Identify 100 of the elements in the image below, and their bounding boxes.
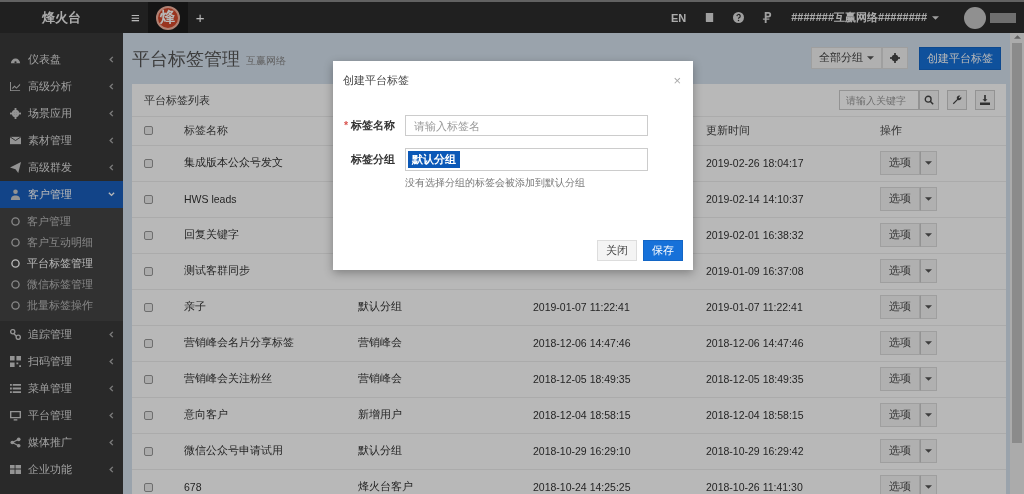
scrollbar[interactable]: [1010, 33, 1024, 494]
dropdown-toggle[interactable]: [920, 475, 937, 494]
field-label: 标签分组: [351, 152, 395, 167]
caret-icon: [925, 269, 932, 273]
sidebar-item[interactable]: 媒体推广: [0, 429, 123, 456]
checkbox[interactable]: [144, 446, 153, 456]
save-button[interactable]: 保存: [643, 240, 683, 261]
user-menu[interactable]: #######互赢网络########: [782, 10, 948, 25]
close-dialog-button[interactable]: 关闭: [597, 240, 637, 261]
settings-icon: [890, 53, 900, 63]
table-cell: 2018-10-29 16:29:10: [521, 433, 694, 469]
scroll-thumb[interactable]: [1012, 43, 1022, 443]
dropdown-toggle[interactable]: [920, 223, 937, 247]
checkbox[interactable]: [144, 266, 153, 276]
sidebar-item[interactable]: 素材管理: [0, 127, 123, 154]
language-link[interactable]: EN: [661, 11, 696, 24]
selected-tag[interactable]: 默认分组: [408, 151, 460, 168]
input-field[interactable]: 请输入标签名: [405, 115, 648, 136]
sidebar-item[interactable]: 追踪管理: [0, 321, 123, 348]
dropdown-toggle[interactable]: [920, 331, 937, 355]
settings-button[interactable]: [882, 47, 908, 69]
sidebar-item[interactable]: 菜单管理: [0, 375, 123, 402]
avatar[interactable]: [964, 6, 986, 29]
blurred-name: [990, 12, 1016, 23]
sidebar-item[interactable]: 场景应用: [0, 100, 123, 127]
qr-code-icon: [10, 356, 21, 367]
create-tag-button[interactable]: 创建平台标签: [919, 47, 1001, 70]
submenu-item[interactable]: 客户互动明细: [0, 232, 123, 253]
checkbox[interactable]: [144, 230, 153, 240]
sidebar-item[interactable]: 扫码管理: [0, 348, 123, 375]
dropdown-toggle[interactable]: [920, 439, 937, 463]
table-cell: 2018-12-05 18:49:35: [694, 361, 868, 397]
dropdown-toggle[interactable]: [920, 187, 937, 211]
dropdown-toggle[interactable]: [920, 403, 937, 427]
dropdown-toggle[interactable]: [920, 367, 937, 391]
menu-button[interactable]: ≡: [123, 2, 148, 33]
options-button[interactable]: 选项: [880, 259, 920, 283]
wrench-icon: [952, 95, 962, 105]
user-icon: [10, 189, 21, 200]
caret-icon: [867, 56, 874, 60]
chevron-left-icon: [108, 164, 115, 171]
caret-icon: [925, 161, 932, 165]
add-button[interactable]: +: [187, 2, 213, 33]
sidebar-item[interactable]: 平台管理: [0, 402, 123, 429]
checkbox[interactable]: [144, 302, 153, 312]
options-button[interactable]: 选项: [880, 187, 920, 211]
options-button[interactable]: 选项: [880, 295, 920, 319]
table-cell: 意向客户: [172, 397, 346, 433]
table-cell: 2018-12-06 14:47:46: [521, 325, 694, 361]
group-filter-dropdown[interactable]: 全部分组: [811, 47, 882, 69]
submenu-item[interactable]: 微信标签管理: [0, 274, 123, 295]
options-button[interactable]: 选项: [880, 367, 920, 391]
table-cell: 默认分组: [346, 433, 521, 469]
tools-button[interactable]: [947, 90, 967, 110]
options-button[interactable]: 选项: [880, 331, 920, 355]
table-cell: 2018-12-04 18:58:15: [694, 397, 868, 433]
checkbox[interactable]: [144, 194, 153, 204]
search-button[interactable]: [919, 90, 939, 110]
options-button[interactable]: 选项: [880, 403, 920, 427]
submenu-item[interactable]: 客户管理: [0, 211, 123, 232]
grid-icon: [10, 464, 21, 475]
list-icon: [10, 383, 21, 394]
search-field[interactable]: 请输入关键字: [839, 90, 919, 110]
checkbox[interactable]: [144, 158, 153, 168]
submenu-item[interactable]: 平台标签管理: [0, 253, 123, 274]
caret-icon: [925, 305, 932, 309]
chevron-left-icon: [108, 83, 115, 90]
table-cell: 亲子: [172, 289, 346, 325]
sidebar-item[interactable]: 客户管理: [0, 181, 123, 208]
options-button[interactable]: 选项: [880, 223, 920, 247]
checkbox[interactable]: [144, 410, 153, 420]
submenu-item[interactable]: 批量标签操作: [0, 295, 123, 316]
sidebar-item[interactable]: 高级分析: [0, 73, 123, 100]
options-button[interactable]: 选项: [880, 439, 920, 463]
checkbox[interactable]: [144, 338, 153, 348]
table-cell: 烽火台客户: [346, 469, 521, 494]
table-cell: 2019-01-07 11:22:41: [694, 289, 868, 325]
checkbox[interactable]: [144, 126, 153, 136]
download-button[interactable]: [975, 90, 995, 110]
sidebar-item[interactable]: 企业功能: [0, 456, 123, 483]
help-icon[interactable]: [733, 12, 745, 23]
book-icon[interactable]: [704, 12, 716, 23]
options-button[interactable]: 选项: [880, 475, 920, 494]
table-cell: 默认分组: [346, 289, 521, 325]
table-cell: 2018-12-05 18:49:35: [521, 361, 694, 397]
table-cell: 新增用户: [346, 397, 521, 433]
dropdown-toggle[interactable]: [920, 295, 937, 319]
checkbox[interactable]: [144, 482, 153, 492]
tag-select-field[interactable]: 默认分组: [405, 148, 648, 171]
dropdown-toggle[interactable]: [920, 259, 937, 283]
caret-icon: [925, 413, 932, 417]
checkbox[interactable]: [144, 374, 153, 384]
sidebar-item[interactable]: 高级群发: [0, 154, 123, 181]
circle-icon: [11, 217, 20, 226]
caret-icon: [925, 449, 932, 453]
currency-icon[interactable]: [762, 12, 774, 23]
chevron-left-icon: [108, 385, 115, 392]
options-button[interactable]: 选项: [880, 151, 920, 175]
sidebar-item[interactable]: 仪表盘: [0, 46, 123, 73]
dropdown-toggle[interactable]: [920, 151, 937, 175]
